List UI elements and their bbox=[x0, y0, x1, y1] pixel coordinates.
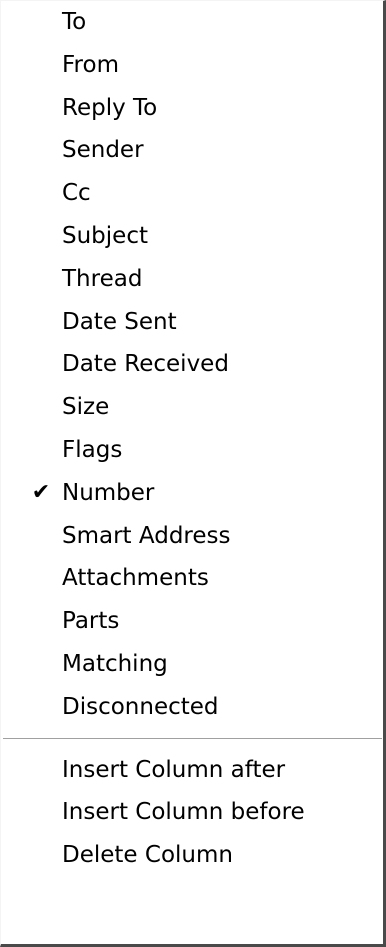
menu-item-parts[interactable]: Parts bbox=[1, 600, 384, 643]
menu-item-label: Sender bbox=[62, 137, 144, 164]
checkmark-icon: ✔ bbox=[31, 479, 51, 505]
menu-item-date-received[interactable]: Date Received bbox=[1, 343, 384, 386]
menu-item-insert-column-before[interactable]: Insert Column before bbox=[1, 791, 384, 834]
menu-item-label: Insert Column before bbox=[62, 799, 305, 826]
menu-item-to[interactable]: To bbox=[1, 1, 384, 44]
menu-item-label: Parts bbox=[62, 608, 120, 635]
menu-item-reply-to[interactable]: Reply To bbox=[1, 87, 384, 130]
menu-separator bbox=[1, 729, 384, 749]
menu-item-attachments[interactable]: Attachments bbox=[1, 557, 384, 600]
menu-item-label: Date Sent bbox=[62, 308, 177, 335]
menu-item-date-sent[interactable]: Date Sent bbox=[1, 301, 384, 344]
menu-item-label: Size bbox=[62, 394, 110, 421]
menu-item-label: Date Received bbox=[62, 351, 229, 378]
menu-item-insert-column-after[interactable]: Insert Column after bbox=[1, 749, 384, 792]
column-context-menu: To From Reply To Sender Cc Subject Threa… bbox=[0, 0, 386, 947]
menu-item-sender[interactable]: Sender bbox=[1, 129, 384, 172]
menu-item-smart-address[interactable]: Smart Address bbox=[1, 515, 384, 558]
menu-item-label: Flags bbox=[62, 436, 123, 463]
menu-item-label: Subject bbox=[62, 222, 148, 249]
menu-item-label: Smart Address bbox=[62, 522, 231, 549]
menu-item-label: Attachments bbox=[62, 565, 209, 592]
menu-items: To From Reply To Sender Cc Subject Threa… bbox=[1, 1, 384, 877]
menu-item-matching[interactable]: Matching bbox=[1, 643, 384, 686]
menu-item-subject[interactable]: Subject bbox=[1, 215, 384, 258]
menu-item-number[interactable]: ✔ Number bbox=[1, 472, 384, 515]
menu-item-delete-column[interactable]: Delete Column bbox=[1, 834, 384, 877]
menu-item-label: Insert Column after bbox=[62, 756, 286, 783]
menu-item-label: Number bbox=[62, 479, 155, 506]
menu-item-label: Reply To bbox=[62, 94, 158, 121]
menu-item-label: Matching bbox=[62, 650, 168, 677]
menu-item-label: To bbox=[62, 9, 87, 35]
menu-item-label: Cc bbox=[62, 180, 91, 207]
menu-item-size[interactable]: Size bbox=[1, 386, 384, 429]
menu-item-flags[interactable]: Flags bbox=[1, 429, 384, 472]
menu-item-disconnected[interactable]: Disconnected bbox=[1, 686, 384, 729]
menu-item-label: From bbox=[62, 51, 119, 78]
menu-item-label: Disconnected bbox=[62, 693, 219, 720]
menu-item-label: Thread bbox=[62, 265, 143, 292]
menu-item-from[interactable]: From bbox=[1, 44, 384, 87]
menu-item-label: Delete Column bbox=[62, 842, 233, 869]
menu-item-thread[interactable]: Thread bbox=[1, 258, 384, 301]
menu-item-cc[interactable]: Cc bbox=[1, 172, 384, 215]
